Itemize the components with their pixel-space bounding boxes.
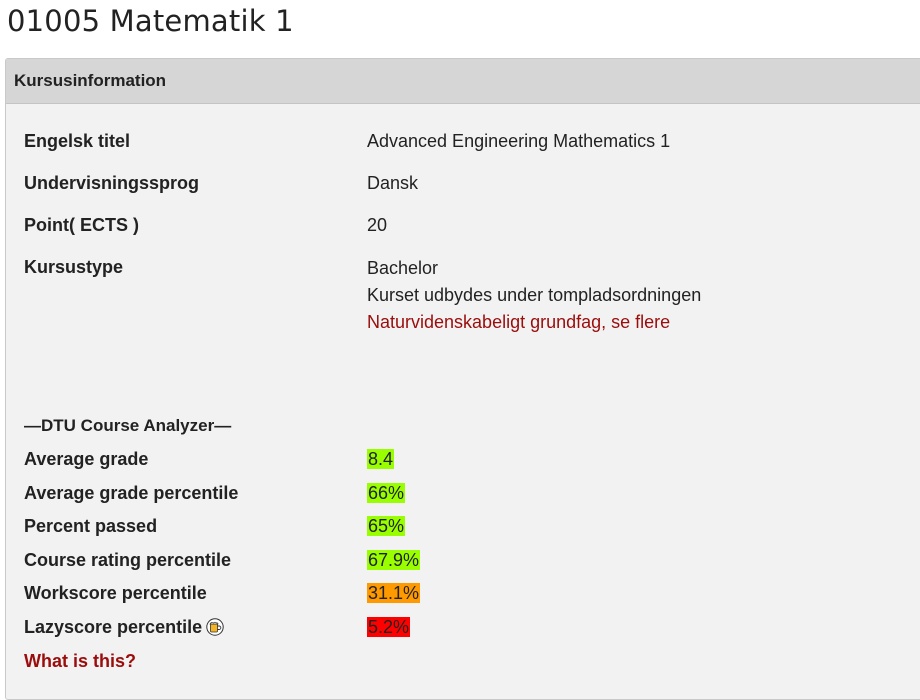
beer-icon (206, 618, 224, 636)
info-label: Undervisningssprog (24, 173, 200, 193)
panel-header: Kursusinformation (6, 59, 920, 104)
course-type-value: Kurset udbydes under tompladsordningen (367, 285, 702, 305)
metric-value: 66% (367, 483, 406, 503)
info-label: Engelsk titel (24, 131, 131, 151)
what-is-this-link[interactable]: What is this? (24, 651, 136, 672)
metric-value: 65% (367, 516, 406, 536)
metric-label: Average grade percentile (24, 483, 239, 503)
metric-label: Percent passed (24, 516, 158, 536)
metric-label: Course rating percentile (24, 550, 232, 570)
metric-label-text: Lazyscore percentile (24, 617, 203, 637)
metric-value: 5.2% (367, 617, 411, 637)
metric-label: Lazyscore percentile (24, 617, 224, 638)
metric-value: 67.9% (367, 550, 421, 570)
analyzer-title: —DTU Course Analyzer— (24, 416, 232, 435)
info-value: 20 (367, 215, 388, 235)
page-title: 01005 Matematik 1 (7, 4, 294, 38)
course-type-link[interactable]: Naturvidenskabeligt grundfag, se flere (367, 311, 701, 338)
metric-value: 31.1% (367, 583, 421, 603)
metric-label: Workscore percentile (24, 583, 207, 603)
info-value: Dansk (367, 173, 419, 193)
info-label: Kursustype (24, 257, 124, 277)
course-info-panel: Kursusinformation Engelsk titel Advanced… (5, 58, 920, 700)
info-value-list: Bachelor Kurset udbydes under tompladsor… (367, 257, 701, 338)
info-value: Advanced Engineering Mathematics 1 (367, 131, 671, 151)
metric-value: 8.4 (367, 449, 395, 469)
metric-label: Average grade (24, 449, 149, 469)
info-label: Point( ECTS ) (24, 215, 139, 235)
course-type-value: Bachelor (367, 258, 439, 278)
